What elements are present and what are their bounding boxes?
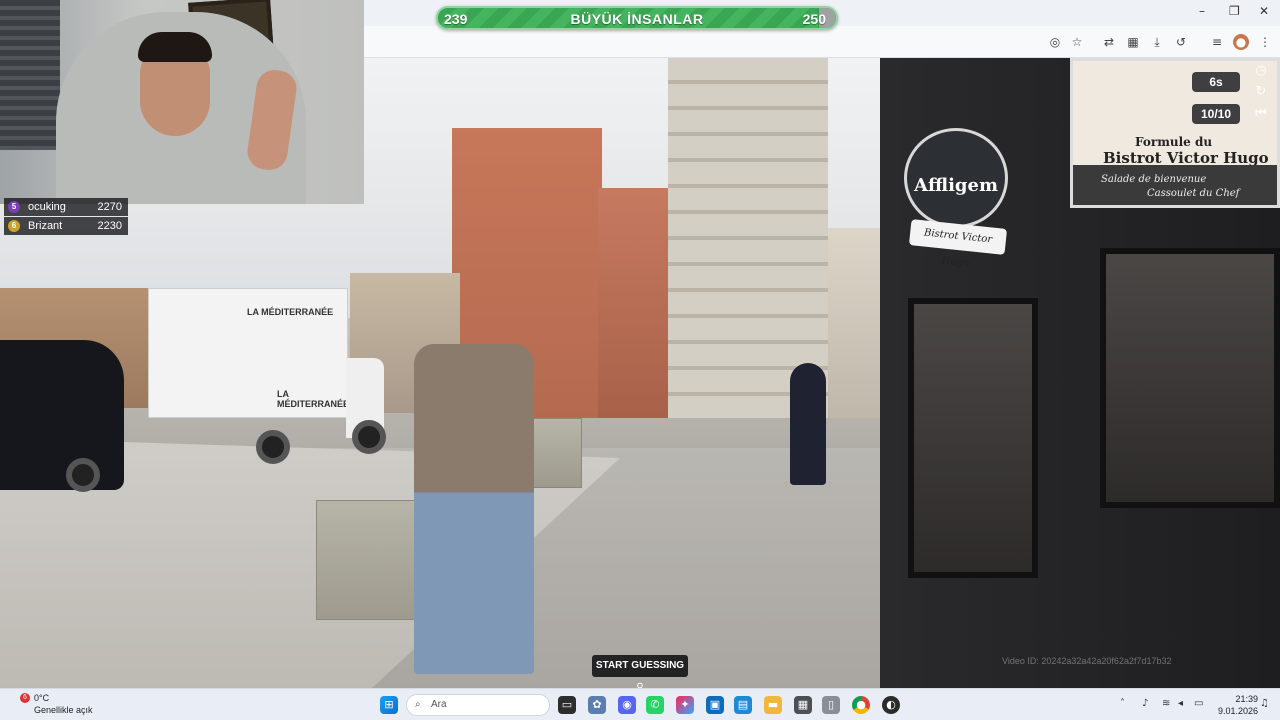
menu-stripe — [1073, 165, 1277, 205]
discord-icon[interactable]: ◉ — [618, 696, 636, 714]
rank-badge: 5 — [8, 201, 20, 213]
maximize-button[interactable]: ❐ — [1229, 4, 1240, 18]
store-icon[interactable]: ▣ — [706, 696, 724, 714]
translate-icon[interactable]: ⇄ — [1101, 34, 1117, 50]
extensions-icon[interactable]: ▦ — [1125, 34, 1141, 50]
webcam-overlay — [0, 0, 364, 204]
leaderboard: 5 ocuking 2270 6 Brizant 2230 — [4, 198, 128, 236]
microphone-icon[interactable]: ♪ — [1142, 698, 1148, 709]
notification-badge: 6 — [20, 693, 30, 703]
settings-app-icon[interactable]: ✿ — [588, 696, 606, 714]
copilot-icon[interactable]: ✦ — [676, 696, 694, 714]
pedestrian-man — [414, 344, 534, 674]
task-view-icon[interactable]: ▭ — [558, 696, 576, 714]
minimize-button[interactable]: – — [1199, 4, 1205, 18]
timer-display: 6s — [1192, 72, 1240, 92]
clock-date: 9.01.2026 — [1217, 706, 1258, 716]
menu-icon[interactable]: ⋮ — [1257, 34, 1273, 50]
mouse-app-icon[interactable]: ▯ — [822, 696, 840, 714]
player-points: 2230 — [97, 220, 122, 232]
building-brick-2 — [598, 188, 670, 418]
rank-badge: 6 — [8, 220, 20, 232]
chevron-up-icon[interactable]: ˄ — [1120, 698, 1125, 709]
wifi-icon[interactable]: ≋ — [1162, 698, 1170, 709]
download-icon[interactable]: ⤓ — [1149, 34, 1165, 50]
refresh-icon[interactable]: ↻ — [1251, 82, 1271, 102]
battery-icon[interactable]: ▭ — [1194, 698, 1203, 709]
profile-icon[interactable]: ● — [1233, 34, 1249, 50]
clock-icon[interactable]: ◷ — [1251, 61, 1271, 81]
search-placeholder: Ara — [431, 699, 447, 710]
building-right-mid — [828, 228, 888, 418]
windows-taskbar: 6 0°C Genellikle açık ⊞ ⌕ Ara ▭ ✿ ◉ ✆ ✦ … — [0, 688, 1280, 720]
calculator-icon[interactable]: ▦ — [794, 696, 812, 714]
sign-brand: Affligem — [914, 175, 998, 196]
score-progress-bar: 239 BÜYÜK İNSANLAR 250 — [436, 6, 838, 30]
start-guessing-label: START GUESSING — [595, 660, 685, 671]
close-window-button[interactable]: ✕ — [1259, 4, 1269, 18]
chrome-icon[interactable]: ● — [852, 696, 870, 714]
affligem-sign: Affligem — [904, 128, 1008, 228]
streamer-hair — [138, 32, 212, 62]
star-icon[interactable]: ☆ — [1069, 34, 1085, 50]
menu-line4: Cassoulet du Chef — [1147, 188, 1240, 199]
media-icon[interactable]: ≡ — [1209, 34, 1225, 50]
menu-board: Formule du Bistrot Victor Hugo Salade de… — [1070, 58, 1280, 208]
black-van — [0, 340, 124, 490]
screen: – ❐ ✕ ◎ ☆ ⇄ ▦ ⤓ ↺ ≡ ● ⋮ LA MÉDITERRANÉE … — [0, 0, 1280, 720]
obs-icon[interactable]: ◐ — [882, 696, 900, 714]
player-name: ocuking — [28, 201, 66, 213]
delivery-truck: LA MÉDITERRANÉE LA MÉDITERRANÉE — [148, 288, 350, 418]
menu-line3: Salade de bienvenue — [1101, 174, 1207, 185]
truck-wheel — [256, 430, 290, 464]
volume-icon[interactable]: ◂ — [1178, 698, 1183, 709]
score-right: 250 — [802, 11, 826, 27]
skip-back-icon[interactable]: ⏮ — [1251, 104, 1271, 124]
player-name: Brizant — [28, 220, 63, 232]
file-explorer-icon[interactable]: ▬ — [764, 696, 782, 714]
weather-temp: 0°C — [34, 693, 50, 703]
truck-label-bottom: LA MÉDITERRANÉE — [277, 389, 350, 409]
photos-icon[interactable]: ▤ — [734, 696, 752, 714]
window-blind — [0, 0, 60, 150]
browser-toolbar — [364, 26, 1280, 58]
truck-wheel-front — [352, 420, 386, 454]
menu-line1: Formule du — [1135, 135, 1213, 149]
whatsapp-icon[interactable]: ✆ — [646, 696, 664, 714]
clock-time: 21:39 — [1235, 694, 1258, 704]
leaderboard-row: 5 ocuking 2270 — [4, 198, 128, 216]
weather-condition: Genellikle açık — [34, 705, 93, 715]
search-icon: ⌕ — [415, 699, 421, 710]
windows-start-icon[interactable]: ⊞ — [380, 696, 398, 714]
clock[interactable]: 21:39 9.01.2026 — [1214, 693, 1258, 717]
video-id-watermark: Video ID: 20242a32a42a20f62a2f7d17b32 — [1002, 656, 1172, 666]
shop-door — [908, 298, 1038, 578]
shop-window — [1100, 248, 1280, 508]
eye-off-icon[interactable]: ◎ — [1047, 34, 1063, 50]
notification-bell-icon[interactable]: ♫ — [1260, 698, 1269, 709]
game-title: BÜYÜK İNSANLAR — [570, 11, 704, 27]
round-counter: 10/10 — [1192, 104, 1240, 124]
start-guessing-button[interactable]: START GUESSING ⚲ — [592, 655, 688, 693]
leaderboard-row: 6 Brizant 2230 — [4, 217, 128, 235]
pedestrian-far — [790, 363, 826, 485]
van-wheel — [66, 458, 100, 492]
taskbar-search[interactable]: ⌕ Ara — [406, 694, 550, 716]
history-icon[interactable]: ↺ — [1173, 34, 1189, 50]
truck-label-top: LA MÉDITERRANÉE — [247, 307, 334, 317]
player-points: 2270 — [97, 201, 122, 213]
